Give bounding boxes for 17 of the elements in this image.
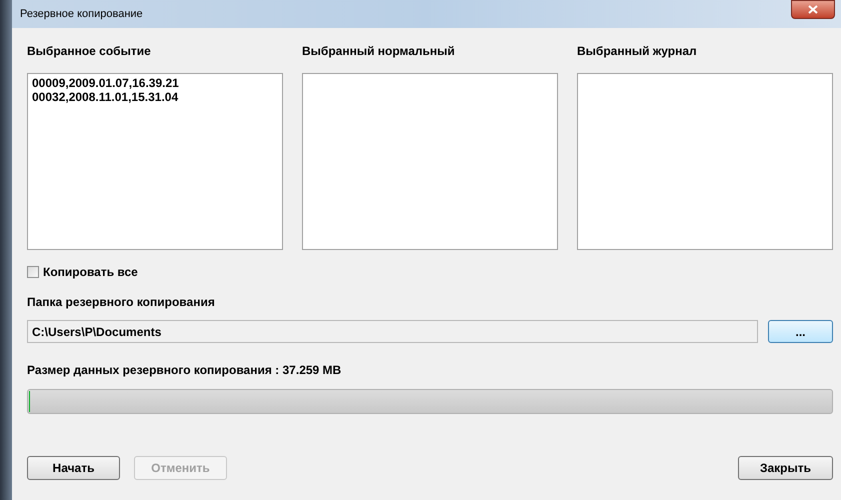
close-button[interactable] bbox=[791, 0, 835, 19]
folder-label: Папка резервного копирования bbox=[27, 294, 216, 311]
list-item[interactable]: 00009,2009.01.07,16.39.21 bbox=[32, 76, 278, 90]
window-title: Резервное копирование bbox=[20, 6, 143, 22]
checkbox[interactable] bbox=[27, 266, 39, 278]
folder-field[interactable]: C:\Users\P\Documents bbox=[27, 320, 758, 343]
list-heading: Выбранное событие bbox=[27, 43, 152, 60]
list-heading: Выбранный нормальный bbox=[302, 43, 456, 60]
list-item[interactable]: 00032,2008.11.01,15.31.04 bbox=[32, 90, 278, 104]
close-dialog-button[interactable]: Закрыть bbox=[738, 456, 833, 480]
close-icon bbox=[808, 5, 818, 14]
checkbox-label: Копировать все bbox=[43, 264, 138, 281]
list-box[interactable]: 00009,2009.01.07,16.39.21 00032,2008.11.01,15.31.04 bbox=[27, 73, 283, 250]
browse-button[interactable]: ... bbox=[768, 320, 833, 343]
list-heading: Выбранный журнал bbox=[577, 43, 698, 60]
start-button[interactable]: Начать bbox=[27, 456, 120, 480]
size-label: Размер данных резервного копирования : 37.259 MB bbox=[27, 362, 342, 379]
